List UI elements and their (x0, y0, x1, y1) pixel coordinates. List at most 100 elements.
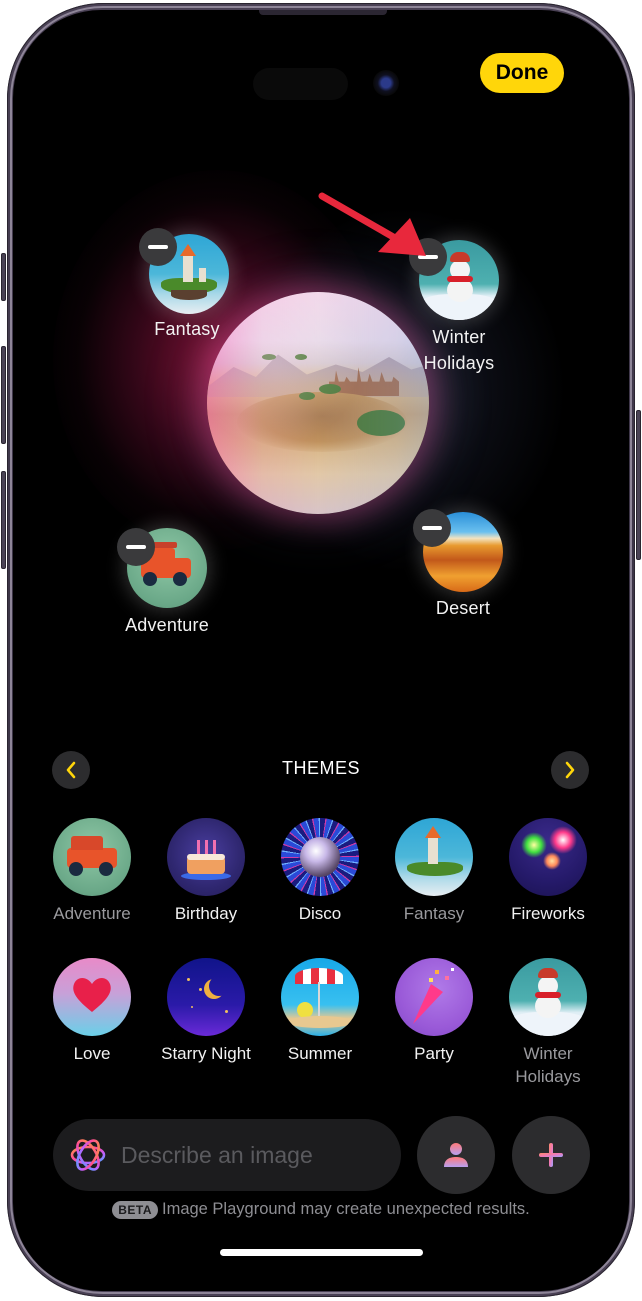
confetti (435, 970, 439, 974)
car-wheel (173, 572, 187, 586)
heart-balloon-icon (53, 958, 131, 1036)
offroad-car-icon (53, 818, 131, 896)
star (225, 1010, 228, 1013)
label-line: Winter (432, 327, 486, 347)
front-camera (373, 70, 399, 96)
disclaimer-text: Image Playground may create unexpected r… (161, 1200, 530, 1218)
firework-green (521, 832, 547, 858)
confetti (445, 976, 449, 980)
crescent-moon (209, 976, 229, 996)
popper-cone (413, 984, 443, 1024)
theme-label: Winter Holidays (493, 1042, 603, 1088)
theme-disco[interactable]: Disco (265, 818, 375, 925)
car-wheel (99, 862, 113, 876)
plus-icon (539, 1143, 563, 1167)
castle-tower (183, 254, 193, 282)
add-button[interactable] (512, 1116, 590, 1194)
theme-adventure[interactable]: Adventure (37, 818, 147, 925)
minus-icon (422, 526, 442, 530)
person-button[interactable] (417, 1116, 495, 1194)
castle-tower-small (199, 268, 206, 282)
theme-love[interactable]: Love (37, 958, 147, 1065)
disco-ball-icon (281, 818, 359, 896)
snowman-hat (450, 252, 470, 262)
car-cabin (71, 836, 103, 850)
annotation-arrow-icon (318, 192, 426, 256)
person-icon (444, 1143, 468, 1167)
themes-title: THEMES (281, 758, 360, 778)
home-indicator[interactable] (220, 1249, 423, 1256)
describe-image-input[interactable] (121, 1141, 371, 1169)
action-button (1, 253, 6, 301)
dynamic-island (253, 68, 348, 100)
theme-summer[interactable]: Summer (265, 958, 375, 1065)
theme-label: Starry Night (161, 1044, 251, 1063)
theme-winter-holidays[interactable]: Winter Holidays (493, 958, 603, 1088)
concept-label-desert: Desert (435, 598, 491, 618)
car-wheel (69, 862, 83, 876)
car-wheel (143, 572, 157, 586)
castle-tower (428, 836, 438, 864)
snowman-hat (538, 968, 558, 978)
castle-roof (425, 826, 441, 838)
candle (213, 840, 216, 854)
image-playground-icon (70, 1139, 106, 1171)
firework-orange (543, 852, 561, 870)
describe-image-field[interactable] (53, 1119, 401, 1191)
umbrella-pole (318, 982, 320, 1016)
candle (197, 840, 200, 854)
theme-fireworks[interactable]: Fireworks (493, 818, 603, 925)
snowman-icon (509, 958, 587, 1036)
confetti (429, 978, 433, 982)
screen: Done Fantasy Winter Holidays Adventure D… (13, 10, 629, 1291)
theme-label: Disco (298, 904, 342, 923)
label-line: Winter (523, 1044, 573, 1063)
birthday-cake-icon (167, 818, 245, 896)
speaker-grille (259, 10, 387, 15)
sand (287, 1016, 353, 1028)
theme-label: Party (414, 1044, 454, 1063)
theme-label: Love (73, 1044, 111, 1063)
volume-down-button (1, 471, 6, 569)
candle (205, 840, 208, 854)
theme-fantasy[interactable]: Fantasy (379, 818, 489, 925)
minus-icon (126, 545, 146, 549)
minus-icon (148, 245, 168, 249)
disco-ball (300, 837, 340, 877)
island-base (407, 862, 463, 876)
confetti (451, 968, 454, 971)
theme-label: Birthday (174, 904, 238, 923)
fireworks-icon (509, 818, 587, 896)
snowman-scarf (535, 992, 561, 998)
castle-roof (180, 244, 196, 256)
label-line: Holidays (423, 353, 495, 373)
theme-party[interactable]: Party (379, 958, 489, 1065)
party-popper-icon (395, 958, 473, 1036)
theme-label: Fantasy (403, 904, 465, 923)
theme-starry-night[interactable]: Starry Night (151, 958, 261, 1065)
concept-label-adventure: Adventure (125, 615, 209, 635)
theme-label: Fireworks (511, 904, 585, 923)
cake-frosting (187, 854, 225, 860)
remove-desert-button[interactable] (413, 509, 451, 547)
remove-fantasy-button[interactable] (139, 228, 177, 266)
theme-birthday[interactable]: Birthday (151, 818, 261, 925)
done-button[interactable]: Done (480, 53, 564, 93)
beta-disclaimer: BETA Image Playground may create unexpec… (13, 1200, 629, 1219)
concept-label-fantasy: Fantasy (154, 319, 220, 339)
firework-pink (549, 826, 577, 854)
remove-adventure-button[interactable] (117, 528, 155, 566)
beta-badge: BETA (112, 1200, 158, 1219)
star (199, 988, 202, 991)
star (187, 978, 190, 981)
beach-umbrella-icon (281, 958, 359, 1036)
theme-label: Adventure (53, 904, 131, 923)
island-rock (171, 290, 207, 300)
theme-label: Summer (287, 1044, 353, 1063)
star (191, 1006, 193, 1008)
volume-up-button (1, 346, 6, 444)
label-line: Holidays (515, 1067, 581, 1086)
moon-stars-icon (167, 958, 245, 1036)
themes-next-button[interactable] (551, 751, 589, 789)
heart-shape (73, 978, 111, 1012)
